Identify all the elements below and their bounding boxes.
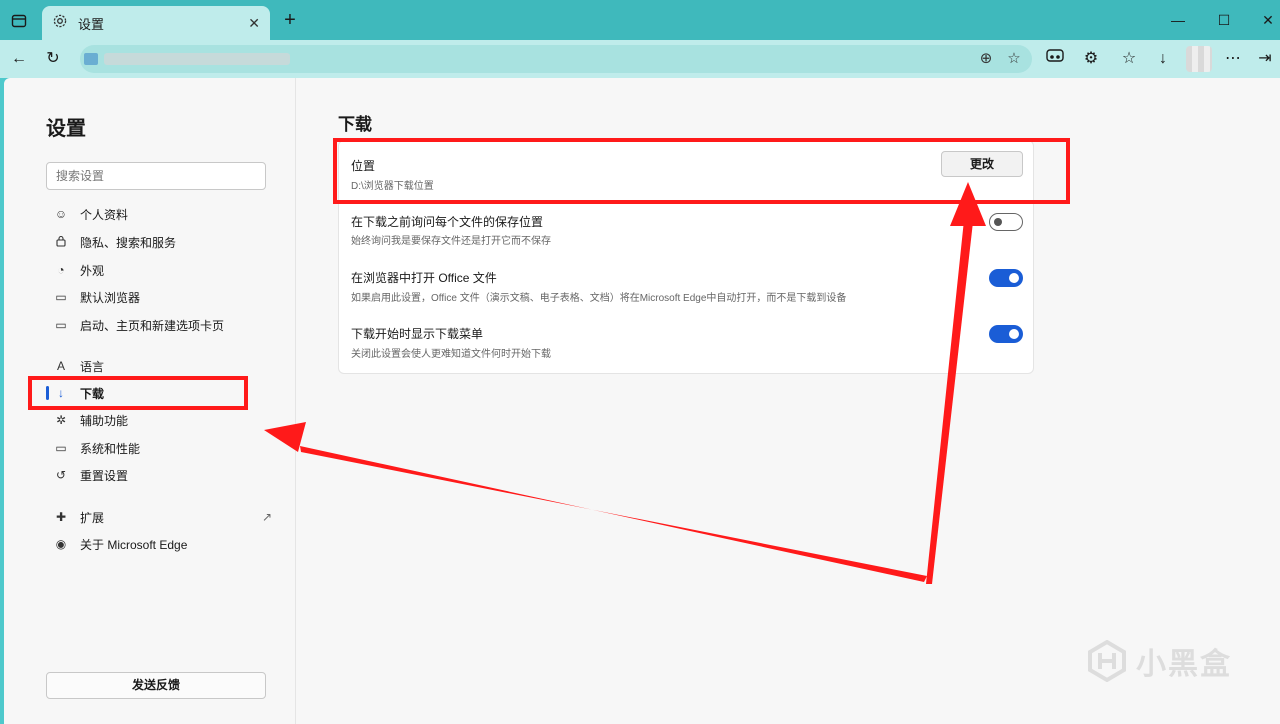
sidebar-item-accessibility[interactable]: ✲ 辅助功能	[52, 407, 272, 433]
close-window-button[interactable]: ✕	[1256, 8, 1280, 32]
title-bar: 设置 ✕ + — ☐ ✕	[0, 0, 1280, 40]
setting-title: 在下载之前询问每个文件的保存位置	[351, 215, 544, 229]
gear-icon	[52, 13, 68, 34]
reset-icon: ↺	[55, 468, 67, 482]
page-title: 下载	[338, 115, 372, 134]
ask-location-row: 在下载之前询问每个文件的保存位置 始终询问我是要保存文件还是打开它而不保存	[339, 199, 1035, 255]
setting-desc: 始终询问我是要保存文件还是打开它而不保存	[351, 236, 551, 247]
setting-desc: 如果启用此设置，Office 文件（演示文稿、电子表格、文档）将在Microso…	[351, 293, 847, 304]
show-downloads-menu-toggle[interactable]	[989, 325, 1023, 343]
sidebar-item-about[interactable]: ◉ 关于 Microsoft Edge	[52, 531, 272, 557]
extensions-puzzle-icon[interactable]: ⚙	[1078, 47, 1104, 71]
more-menu-icon[interactable]: ⋯	[1220, 47, 1246, 71]
sidebar-item-startup[interactable]: ▭ 启动、主页和新建选项卡页	[52, 312, 272, 338]
sidebar-item-label: 关于 Microsoft Edge	[80, 537, 188, 552]
search-settings-input[interactable]: 搜索设置	[46, 162, 266, 190]
setting-title: 下载开始时显示下载菜单	[351, 327, 484, 341]
open-office-toggle[interactable]	[989, 269, 1023, 287]
maximize-button[interactable]: ☐	[1212, 8, 1236, 32]
sidebar-item-label: 辅助功能	[80, 413, 129, 428]
browser-toolbar: ← ↻ ⊕ ☆ ⚙ ☆ ↓ ⋯ ⇥	[0, 40, 1280, 78]
sidebar-item-label: 系统和性能	[80, 441, 141, 456]
sidebar-item-privacy[interactable]: 隐私、搜索和服务	[52, 229, 272, 255]
language-icon: A	[56, 359, 65, 373]
sidebar-item-label: 重置设置	[80, 468, 129, 483]
toggle-knob	[994, 218, 1002, 226]
sidebar-toggle-icon[interactable]: ⇥	[1252, 47, 1278, 71]
sidebar-item-reset[interactable]: ↺ 重置设置	[52, 462, 272, 488]
favorites-icon[interactable]: ☆	[1116, 47, 1142, 71]
tab-close-icon[interactable]: ✕	[248, 15, 260, 32]
edge-icon: ◉	[55, 537, 67, 551]
laptop-icon: ▭	[55, 441, 67, 455]
toggle-knob	[1009, 329, 1019, 339]
profile-icon: ☺	[54, 207, 68, 221]
sidebar-title: 设置	[46, 118, 86, 140]
ask-location-toggle[interactable]	[989, 213, 1023, 231]
show-downloads-menu-row: 下载开始时显示下载菜单 关闭此设置会使人更难知道文件何时开始下载	[339, 311, 1035, 369]
setting-title: 在浏览器中打开 Office 文件	[351, 271, 497, 285]
appearance-icon: ◔	[57, 263, 65, 277]
tab-title: 设置	[78, 16, 105, 32]
toggle-knob	[1009, 273, 1019, 283]
open-office-row: 在浏览器中打开 Office 文件 如果启用此设置，Office 文件（演示文稿…	[339, 255, 1035, 311]
sidebar-item-label: 启动、主页和新建选项卡页	[80, 318, 225, 333]
location-highlight-box	[333, 138, 1070, 204]
address-url-redacted	[104, 53, 290, 65]
sidebar-item-label: 默认浏览器	[80, 290, 141, 305]
site-favicon-icon	[84, 53, 98, 65]
avatar[interactable]	[1186, 46, 1212, 72]
zoom-icon[interactable]: ⊕	[974, 47, 998, 71]
workspaces-icon[interactable]	[8, 10, 30, 32]
watermark: 小黑盒	[1086, 636, 1256, 686]
sidebar-item-label: 隐私、搜索和服务	[80, 235, 177, 250]
minimize-button[interactable]: —	[1166, 8, 1190, 32]
sidebar-item-appearance[interactable]: ◔ 外观	[52, 257, 272, 283]
downloads-icon[interactable]: ↓	[1150, 47, 1176, 71]
favorite-star-icon[interactable]: ☆	[1002, 47, 1026, 71]
sidebar-item-profile[interactable]: ☺ 个人资料	[52, 201, 272, 227]
sidebar-item-system[interactable]: ▭ 系统和性能	[52, 435, 272, 461]
extension-game-icon[interactable]	[1042, 47, 1068, 71]
sidebar-item-default-browser[interactable]: ▭ 默认浏览器	[52, 284, 272, 310]
browser-icon: ▭	[55, 290, 67, 304]
sidebar-item-label: 语言	[80, 359, 105, 374]
sidebar-item-label: 个人资料	[80, 207, 129, 222]
new-tab-button[interactable]: +	[278, 8, 302, 32]
lock-icon	[52, 235, 70, 250]
watermark-text: 小黑盒	[1136, 648, 1232, 681]
sidebar-item-label: 扩展	[80, 510, 105, 525]
sidebar-item-extensions[interactable]: ✚ 扩展 ↗	[52, 504, 272, 530]
address-bar[interactable]: ⊕ ☆	[80, 45, 1032, 73]
tab-settings[interactable]: 设置 ✕	[42, 6, 270, 40]
feedback-button[interactable]: 发送反馈	[46, 672, 266, 699]
downloads-highlight-box	[28, 376, 248, 410]
back-button[interactable]: ←	[6, 47, 32, 71]
external-link-icon: ↗	[261, 510, 272, 524]
watermark-logo-icon	[1088, 640, 1126, 682]
sidebar-item-label: 外观	[80, 263, 105, 278]
setting-desc: 关闭此设置会使人更难知道文件何时开始下载	[351, 349, 551, 360]
home-icon: ▭	[55, 318, 67, 332]
extensions-icon: ✚	[55, 510, 67, 524]
accessibility-icon: ✲	[55, 413, 67, 427]
refresh-button[interactable]: ↻	[40, 47, 66, 71]
